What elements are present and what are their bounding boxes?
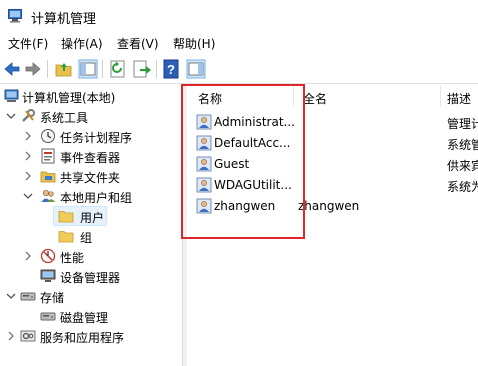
users-list: 名称 全名 描述 Administrat... 管理计 DefaultAcc..… (187, 84, 478, 366)
tree-item-performance[interactable]: 性能 (0, 246, 182, 266)
device-manager-icon (40, 269, 56, 282)
user-icon (196, 156, 212, 172)
column-header-label: 名称 (198, 92, 223, 106)
help-icon[interactable]: ? (162, 59, 182, 79)
tree-label: 磁盘管理 (60, 311, 109, 325)
window-title: 计算机管理 (31, 12, 97, 27)
clock-icon (41, 129, 55, 143)
user-icon (196, 177, 212, 193)
tree-item-task-scheduler[interactable]: 任务计划程序 (0, 126, 182, 146)
forward-icon[interactable] (23, 59, 43, 79)
users-group-icon (41, 189, 55, 202)
chevron-down-icon[interactable] (5, 290, 17, 302)
column-header-description[interactable]: 描述 (441, 84, 478, 108)
tree-label: 系统工具 (40, 111, 89, 125)
chevron-right-icon[interactable] (22, 150, 34, 162)
storage-icon (20, 292, 36, 301)
tree-label: 本地用户和组 (60, 191, 133, 205)
tree-label: 共享文件夹 (60, 171, 121, 185)
column-header-name[interactable]: 名称 (187, 84, 295, 108)
tree-item-storage[interactable]: 存储 (0, 286, 182, 306)
user-description: 系统管 (447, 138, 478, 152)
user-icon (196, 114, 212, 130)
user-name: WDAGUtilit... (214, 178, 292, 192)
chevron-right-icon[interactable] (5, 330, 17, 342)
show-hide-tree-icon[interactable] (78, 59, 98, 79)
export-list-icon[interactable] (132, 59, 152, 79)
list-item[interactable]: WDAGUtilit... 系统为 (187, 175, 478, 196)
menu-help[interactable]: 帮助(H) (173, 35, 215, 52)
user-name: DefaultAcc... (214, 136, 291, 150)
user-description: 系统为 (447, 180, 478, 194)
tree-item-shared-folders[interactable]: 共享文件夹 (0, 166, 182, 186)
tree-item-event-viewer[interactable]: 事件查看器 (0, 146, 182, 166)
chevron-right-icon[interactable] (22, 130, 34, 142)
computer-management-icon (8, 9, 22, 23)
tree-item-system-tools[interactable]: 系统工具 (0, 106, 182, 126)
refresh-icon[interactable] (108, 59, 128, 79)
column-header-label: 描述 (447, 92, 472, 106)
chevron-down-icon[interactable] (22, 190, 34, 202)
tree-label: 设备管理器 (60, 271, 121, 285)
list-item[interactable]: zhangwen zhangwen (187, 196, 478, 217)
tree-label: 用户 (80, 211, 105, 225)
user-description: 供来宾 (447, 159, 478, 173)
services-icon (20, 330, 36, 342)
menu-action[interactable]: 操作(A) (61, 35, 103, 52)
performance-icon (40, 248, 56, 264)
user-icon (196, 198, 212, 214)
svg-text:?: ? (167, 62, 175, 77)
title-bar: 计算机管理 (0, 0, 478, 32)
user-name: Administrat... (214, 115, 295, 129)
up-folder-icon[interactable] (54, 59, 74, 79)
column-header-label: 全名 (303, 92, 328, 106)
folder-icon (58, 231, 74, 243)
system-tools-icon (22, 109, 35, 122)
tree-label: 任务计划程序 (60, 131, 133, 145)
chevron-right-icon[interactable] (22, 250, 34, 262)
shared-folder-icon (40, 171, 56, 183)
tree-label: 存储 (40, 291, 65, 305)
disk-management-icon (40, 312, 56, 321)
tree-item-groups[interactable]: 组 (0, 226, 182, 246)
tree-label: 事件查看器 (60, 151, 121, 165)
back-icon[interactable] (2, 59, 22, 79)
navigation-tree: 计算机管理(本地) 系统工具 任务计划程序 事件查看器 共享文件夹 本地用户和组… (0, 84, 182, 366)
column-divider[interactable] (293, 86, 294, 106)
tree-label: 性能 (60, 251, 85, 265)
toolbar-separator (47, 60, 48, 78)
user-name: Guest (214, 157, 250, 171)
tree-item-device-manager[interactable]: 设备管理器 (0, 266, 182, 286)
tree-item-root[interactable]: 计算机管理(本地) (0, 86, 182, 106)
tree-label: 计算机管理(本地) (22, 91, 116, 105)
tree-item-services-apps[interactable]: 服务和应用程序 (0, 326, 182, 346)
folder-icon (58, 211, 74, 223)
chevron-down-icon[interactable] (5, 110, 17, 122)
list-item[interactable]: DefaultAcc... 系统管 (187, 133, 478, 154)
tree-item-local-users-groups[interactable]: 本地用户和组 (0, 186, 182, 206)
computer-management-icon (4, 89, 19, 102)
user-name: zhangwen (214, 199, 276, 213)
tree-item-disk-management[interactable]: 磁盘管理 (0, 306, 182, 326)
event-viewer-icon (41, 148, 55, 164)
chevron-right-icon[interactable] (22, 170, 34, 182)
menu-bar: 文件(F) 操作(A) 查看(V) 帮助(H) (0, 32, 478, 54)
tree-item-users[interactable]: 用户 (0, 206, 182, 226)
tree-label: 服务和应用程序 (40, 331, 125, 345)
user-icon (196, 135, 212, 151)
list-item[interactable]: Guest 供来宾 (187, 154, 478, 175)
column-header-fullname[interactable]: 全名 (295, 84, 441, 108)
tree-label: 组 (80, 231, 93, 245)
toolbar-separator (156, 60, 157, 78)
properties-icon[interactable] (186, 59, 206, 79)
menu-view[interactable]: 查看(V) (117, 35, 159, 52)
menu-file[interactable]: 文件(F) (8, 35, 48, 52)
list-item[interactable]: Administrat... 管理计 (187, 112, 478, 133)
user-fullname: zhangwen (298, 199, 360, 213)
toolbar: ? (0, 55, 478, 84)
toolbar-separator (102, 60, 103, 78)
user-description: 管理计 (447, 117, 478, 131)
